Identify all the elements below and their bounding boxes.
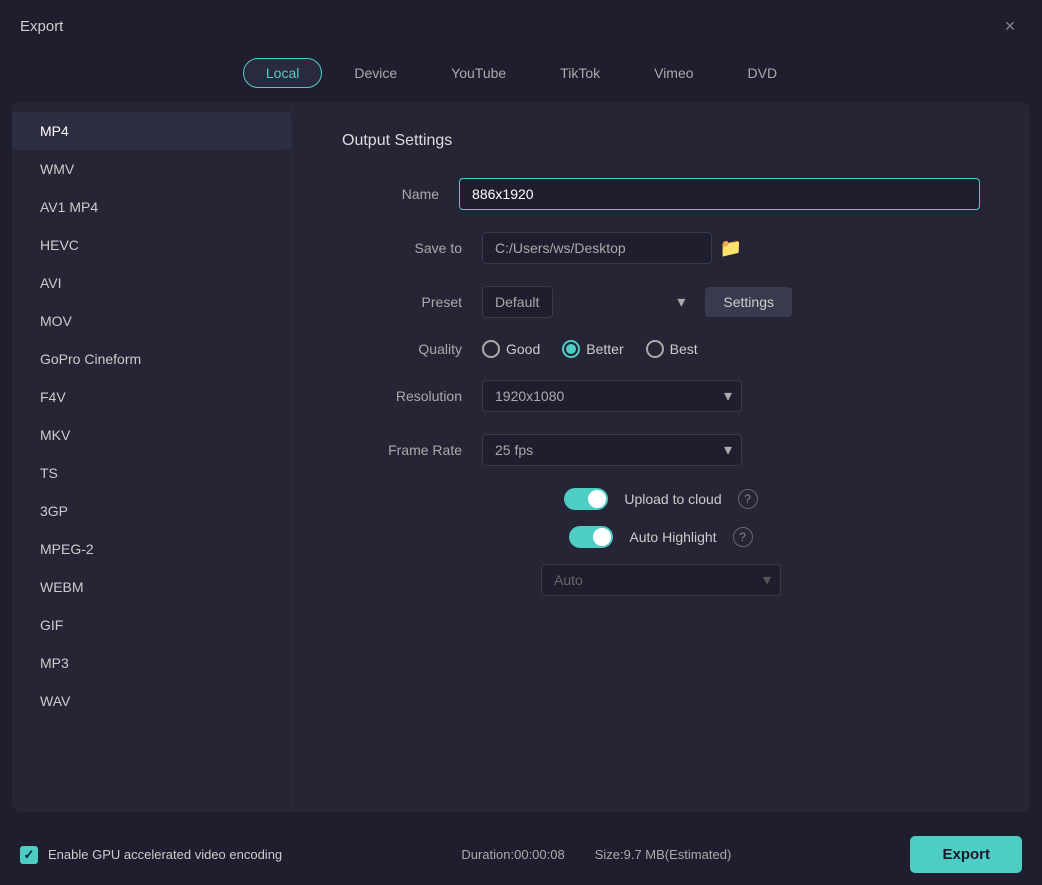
resolution-select-wrapper: 1920x1080 [482,380,742,412]
sidebar-item-av1mp4[interactable]: AV1 MP4 [12,188,291,226]
footer-info: Duration:00:00:08 Size:9.7 MB(Estimated) [461,847,731,862]
tab-device[interactable]: Device [332,58,419,88]
sidebar-item-gif[interactable]: GIF [12,606,291,644]
settings-button[interactable]: Settings [705,287,792,317]
output-settings-title: Output Settings [342,132,980,150]
save-to-row: Save to 📁 [342,232,980,264]
quality-options: Good Better Best [482,340,698,358]
quality-best-option[interactable]: Best [646,340,698,358]
upload-cloud-knob [588,490,606,508]
settings-panel: Output Settings Name Save to 📁 Preset [292,102,1030,812]
main-content: MP4 WMV AV1 MP4 HEVC AVI MOV GoPro Cinef… [12,102,1030,812]
toggle-section: Upload to cloud ? Auto Highlight ? Auto [342,488,980,596]
quality-best-radio[interactable] [646,340,664,358]
preset-label: Preset [342,294,462,310]
preset-select-wrapper: Default [482,286,695,318]
sidebar-item-mp4[interactable]: MP4 [12,112,291,150]
sidebar-item-f4v[interactable]: F4V [12,378,291,416]
quality-better-radio[interactable] [562,340,580,358]
sidebar-item-mp3[interactable]: MP3 [12,644,291,682]
sidebar-item-mpeg2[interactable]: MPEG-2 [12,530,291,568]
auto-highlight-help-icon[interactable]: ? [733,527,753,547]
sidebar-item-ts[interactable]: TS [12,454,291,492]
sidebar-item-wav[interactable]: WAV [12,682,291,720]
path-input[interactable] [482,232,712,264]
name-row: Name [342,178,980,210]
quality-label: Quality [342,341,462,357]
sidebar-item-gopro[interactable]: GoPro Cineform [12,340,291,378]
duration-display: Duration:00:00:08 [461,847,564,862]
export-button[interactable]: Export [910,836,1022,873]
tab-vimeo[interactable]: Vimeo [632,58,715,88]
save-to-label: Save to [342,240,462,256]
name-input[interactable] [459,178,980,210]
quality-good-option[interactable]: Good [482,340,540,358]
auto-select-wrapper: Auto [541,564,781,596]
sidebar-item-hevc[interactable]: HEVC [12,226,291,264]
auto-dropdown-row: Auto [342,564,980,596]
frame-rate-row: Frame Rate 25 fps [342,434,980,466]
tab-dvd[interactable]: DVD [726,58,800,88]
tab-youtube[interactable]: YouTube [429,58,528,88]
sidebar-item-mov[interactable]: MOV [12,302,291,340]
duration-value: 00:00:08 [514,847,565,862]
quality-good-label: Good [506,341,540,357]
sidebar-item-wmv[interactable]: WMV [12,150,291,188]
quality-good-radio[interactable] [482,340,500,358]
format-sidebar: MP4 WMV AV1 MP4 HEVC AVI MOV GoPro Cinef… [12,102,292,812]
auto-highlight-knob [593,528,611,546]
quality-row: Quality Good Better Best [342,340,980,358]
sidebar-item-avi[interactable]: AVI [12,264,291,302]
auto-dropdown[interactable]: Auto [541,564,781,596]
upload-cloud-label: Upload to cloud [624,491,721,507]
tab-local[interactable]: Local [243,58,322,88]
close-button[interactable]: × [998,14,1022,38]
gpu-checkmark: ✓ [24,847,35,863]
size-display: Size:9.7 MB(Estimated) [595,847,732,862]
resolution-select[interactable]: 1920x1080 [482,380,742,412]
sidebar-item-webm[interactable]: WEBM [12,568,291,606]
quality-better-option[interactable]: Better [562,340,623,358]
upload-cloud-toggle[interactable] [564,488,608,510]
frame-rate-select[interactable]: 25 fps [482,434,742,466]
size-value: 9.7 MB(Estimated) [624,847,732,862]
resolution-label: Resolution [342,388,462,404]
name-label: Name [342,186,439,202]
duration-label: Duration: [461,847,514,862]
footer-bar: ✓ Enable GPU accelerated video encoding … [0,824,1042,885]
sidebar-item-3gp[interactable]: 3GP [12,492,291,530]
auto-highlight-label: Auto Highlight [629,529,716,545]
preset-select[interactable]: Default [482,286,553,318]
gpu-checkbox[interactable]: ✓ [20,846,38,864]
folder-icon[interactable]: 📁 [720,238,742,259]
quality-better-label: Better [586,341,623,357]
window-title: Export [20,18,63,35]
preset-row: Preset Default Settings [342,286,980,318]
sidebar-item-mkv[interactable]: MKV [12,416,291,454]
upload-cloud-row: Upload to cloud ? [342,488,980,510]
upload-cloud-help-icon[interactable]: ? [738,489,758,509]
size-label: Size: [595,847,624,862]
gpu-label: Enable GPU accelerated video encoding [48,847,282,862]
path-input-row: 📁 [482,232,742,264]
resolution-row: Resolution 1920x1080 [342,380,980,412]
preset-control-row: Default Settings [482,286,792,318]
auto-highlight-row: Auto Highlight ? [342,526,980,548]
auto-highlight-toggle[interactable] [569,526,613,548]
frame-rate-label: Frame Rate [342,442,462,458]
tab-bar: Local Device YouTube TikTok Vimeo DVD [0,52,1042,102]
title-bar: Export × [0,0,1042,52]
export-window: Export × Local Device YouTube TikTok Vim… [0,0,1042,885]
quality-best-label: Best [670,341,698,357]
frame-rate-select-wrapper: 25 fps [482,434,742,466]
gpu-row: ✓ Enable GPU accelerated video encoding [20,846,282,864]
quality-better-radio-inner [566,344,576,354]
tab-tiktok[interactable]: TikTok [538,58,622,88]
